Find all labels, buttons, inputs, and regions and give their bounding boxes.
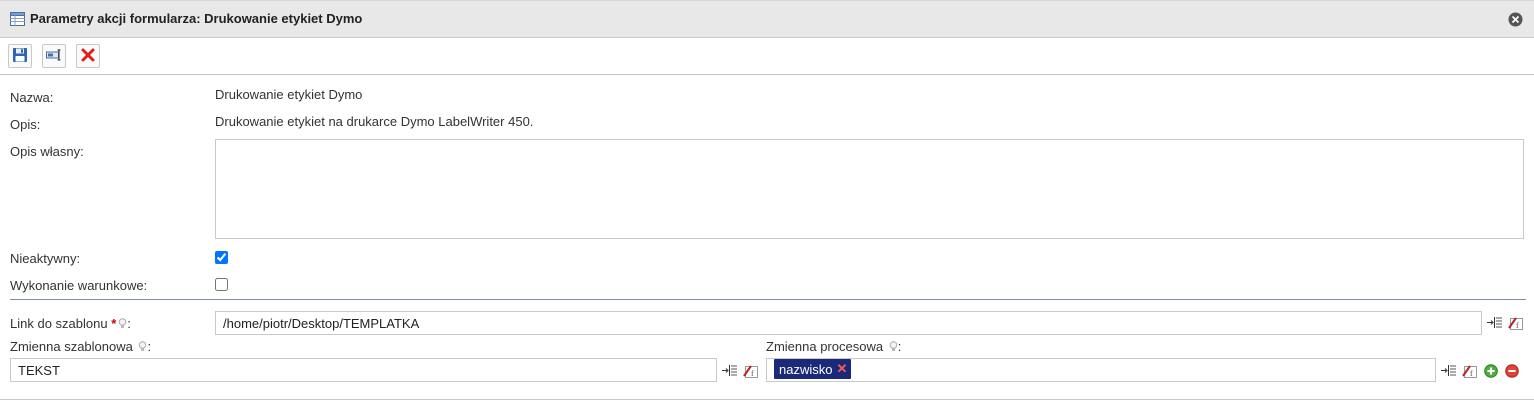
name-label: Nazwa:: [10, 90, 54, 105]
template-var-label-text: Zmienna szablonowa: [10, 339, 133, 354]
inactive-checkbox[interactable]: [215, 251, 228, 264]
add-row-icon[interactable]: [1484, 364, 1498, 381]
function-editor-icon[interactable]: f: [1461, 363, 1478, 381]
own-description-textarea[interactable]: [215, 139, 1524, 239]
process-var-label-text: Zmienna procesowa: [766, 339, 884, 354]
svg-text:f: f: [1470, 369, 1473, 378]
svg-text:f: f: [1516, 321, 1519, 330]
insert-variable-icon[interactable]: [1441, 364, 1457, 380]
process-var-label: Zmienna procesowa :: [766, 339, 901, 355]
floppy-disk-icon: [12, 47, 28, 66]
conditional-label: Wykonanie warunkowe:: [10, 278, 148, 293]
remove-tag-icon[interactable]: ✕: [836, 361, 847, 377]
template-var-input[interactable]: [10, 358, 717, 382]
insert-variable-icon[interactable]: [722, 364, 738, 380]
template-var-colon: :: [147, 339, 152, 354]
function-editor-icon[interactable]: f: [1507, 315, 1524, 333]
remove-row-icon[interactable]: [1505, 364, 1519, 381]
template-link-label-text: Link do szablonu: [10, 316, 108, 331]
template-link-label: Link do szablonu *:: [10, 316, 131, 332]
process-var-tag-label: nazwisko: [779, 361, 833, 377]
process-var-tag: nazwisko ✕: [774, 359, 852, 379]
template-link-input[interactable]: [215, 311, 1482, 335]
own-description-label: Opis własny:: [10, 144, 84, 159]
dialog-title: Parametry akcji formularza: Drukowanie e…: [30, 11, 363, 26]
toolbar: [0, 38, 1534, 75]
red-x-icon: [81, 48, 95, 65]
rename-button[interactable]: [42, 44, 66, 68]
template-var-label: Zmienna szablonowa :: [10, 339, 151, 355]
process-var-input[interactable]: [766, 358, 1436, 382]
function-editor-icon[interactable]: f: [742, 363, 759, 381]
conditional-checkbox[interactable]: [215, 278, 228, 291]
close-icon[interactable]: [1508, 12, 1523, 30]
insert-variable-icon[interactable]: [1487, 316, 1503, 332]
text-field-icon: [46, 49, 62, 64]
lightbulb-icon: [889, 340, 898, 355]
process-var-colon: :: [897, 339, 902, 354]
section-divider: [10, 299, 1526, 300]
template-link-colon: :: [127, 316, 131, 331]
description-label: Opis:: [10, 117, 41, 132]
table-form-icon: [10, 12, 25, 29]
inactive-label: Nieaktywny:: [10, 251, 81, 266]
save-button[interactable]: [8, 44, 32, 68]
cancel-button[interactable]: [76, 44, 100, 68]
description-value: Drukowanie etykiet na drukarce Dymo Labe…: [215, 114, 534, 129]
name-value: Drukowanie etykiet Dymo: [215, 87, 363, 102]
lightbulb-icon: [118, 317, 127, 332]
bottom-divider: [0, 399, 1534, 400]
dialog-titlebar: Parametry akcji formularza: Drukowanie e…: [0, 0, 1534, 38]
required-marker: *: [111, 316, 117, 331]
svg-text:f: f: [751, 369, 754, 378]
